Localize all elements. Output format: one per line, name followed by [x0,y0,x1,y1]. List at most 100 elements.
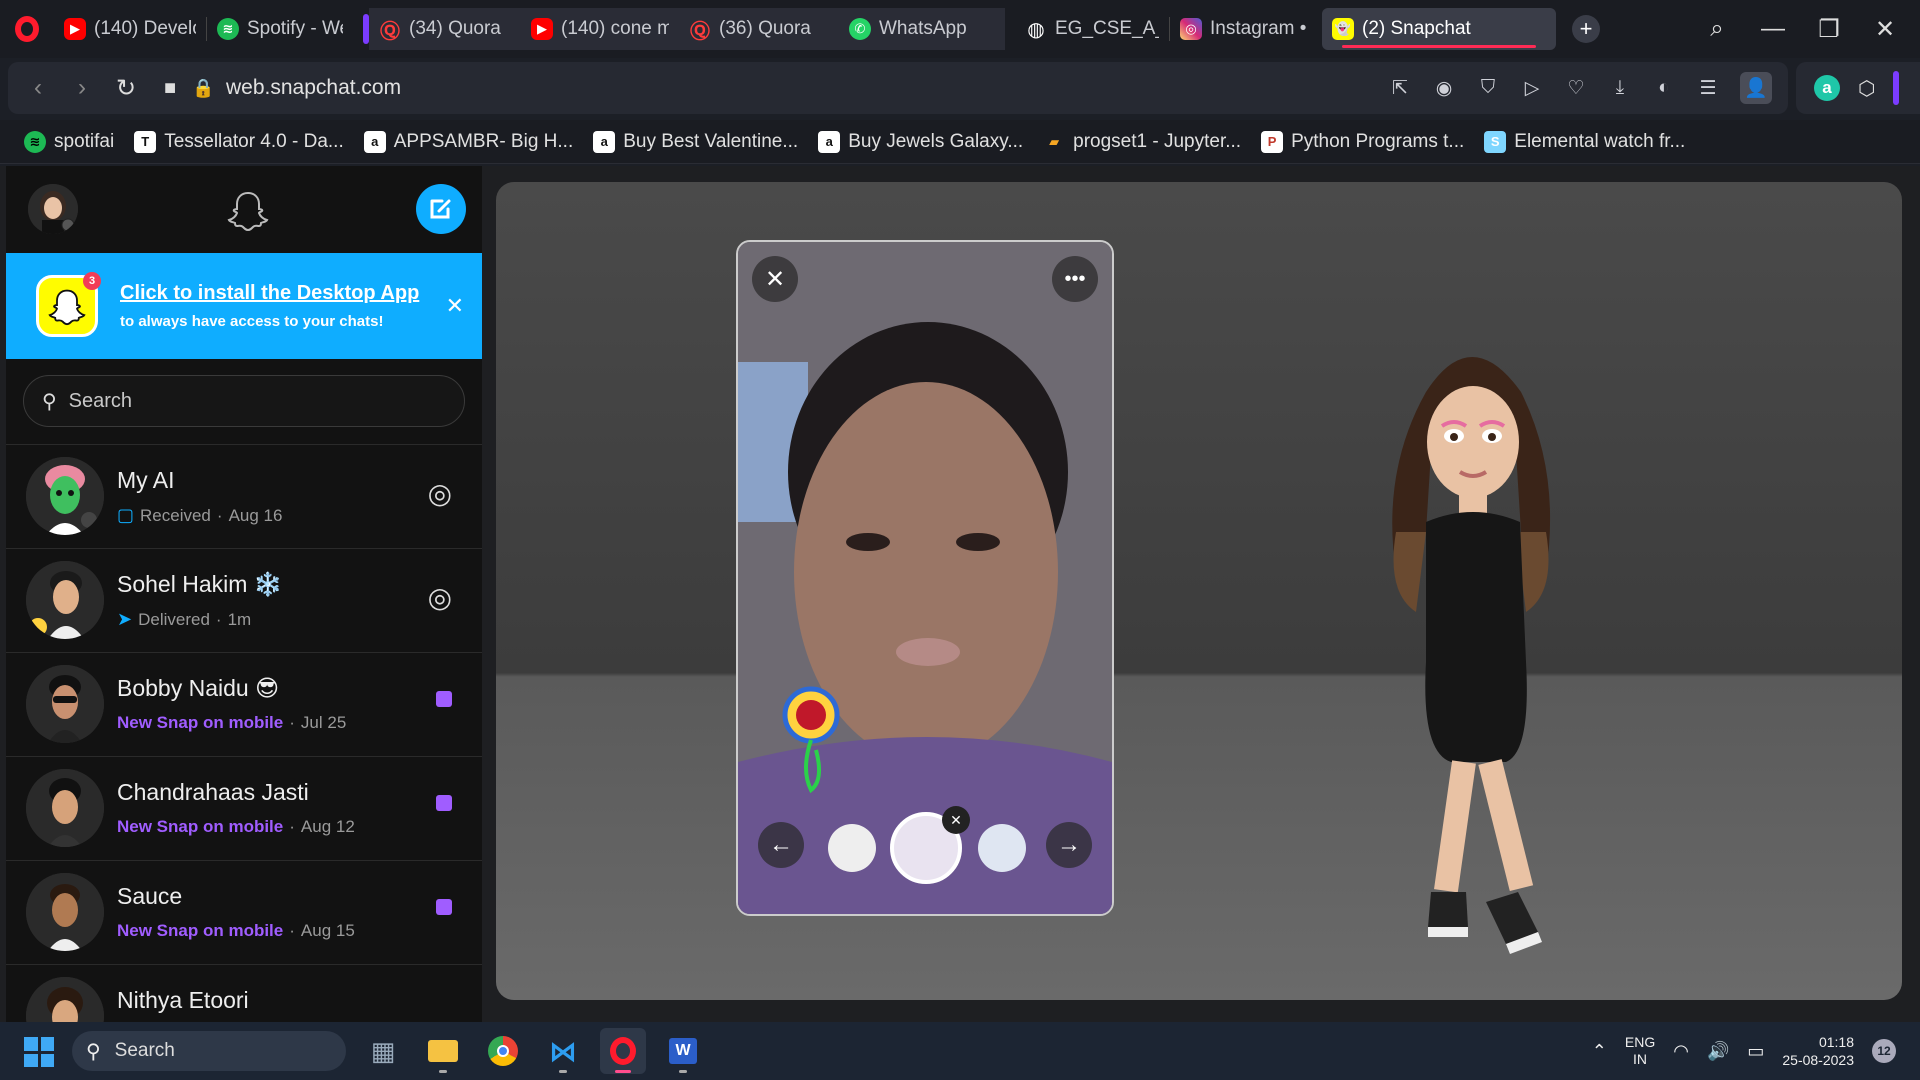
tab-quora-34[interactable]: Ⓠ (34) Quora [369,8,521,50]
more-options-button[interactable]: ••• [1052,256,1098,302]
lock-icon[interactable]: 🔒 [192,78,214,99]
received-chat-icon: ▢ [117,505,135,525]
lens-option[interactable] [978,824,1026,872]
chat-row-nithya-etoori[interactable]: Nithya Etoori [6,964,482,1022]
bookmark-elemental[interactable]: S Elemental watch fr... [1484,130,1686,153]
search-icon: ⚲ [86,1040,101,1063]
clock[interactable]: 01:18 25-08-2023 [1782,1033,1854,1069]
chat-status-text: New Snap on mobile [117,817,284,836]
camera-preview[interactable]: ✕ ••• ← ✕ → [736,240,1114,916]
install-desktop-banner[interactable]: 3 Click to install the Desktop App to al… [6,253,482,359]
easy-setup-icon[interactable]: ☰ [1696,76,1720,100]
chat-search[interactable]: ⚲ [23,375,465,427]
language-indicator[interactable]: ENG IN [1625,1034,1655,1068]
bookmark-jupyter[interactable]: ▰ progset1 - Jupyter... [1043,131,1241,153]
forward-icon[interactable]: › [60,74,104,102]
lens-next-button[interactable]: → [1046,822,1092,868]
shield-icon[interactable]: ⛉ [1476,76,1500,100]
taskbar-search[interactable]: ⚲ Search [72,1031,346,1071]
battery-icon[interactable]: ▭ [1747,1041,1764,1062]
spotify-icon: ≋ [24,130,46,153]
opera-app[interactable] [600,1028,646,1074]
tab-label: (140) cone ma [561,18,669,39]
profile-icon[interactable]: 👤 [1740,72,1772,104]
bitmoji-avatar-icon [28,184,78,234]
lens-previous-button[interactable]: ← [758,822,804,868]
bookmark-label: Elemental watch fr... [1514,130,1686,152]
profile-avatar[interactable] [28,184,78,234]
opera-menu-button[interactable] [0,0,54,58]
start-button[interactable] [24,1037,54,1067]
chat-name: My AI [117,467,175,493]
elemental-icon: S [1484,130,1507,153]
bookmark-jewels[interactable]: a Buy Jewels Galaxy... [818,130,1023,153]
extensions-cube-icon[interactable]: ⬡ [1858,76,1875,101]
flow-icon[interactable]: ▷ [1520,76,1544,100]
close-icon[interactable]: ✕ [446,293,464,319]
chat-status-text: New Snap on mobile [117,921,284,940]
bookmark-spotifai[interactable]: ≋ spotifai [24,130,114,153]
wifi-icon[interactable]: ◠ [1673,1041,1689,1062]
chat-row-my-ai[interactable]: My AI ▢ Received · Aug 16 ◎ [6,444,482,548]
bookmark-python-programs[interactable]: P Python Programs t... [1261,130,1464,153]
url-field[interactable]: web.snapchat.com [226,76,401,100]
amazon-icon: a [818,130,841,153]
sidebar-toggle[interactable] [1893,71,1900,105]
bookmarks-bar: ≋ spotifai T Tessellator 4.0 - Da... a A… [0,120,1920,164]
camera-permission-icon[interactable]: ■ [148,77,192,100]
camera-icon[interactable]: ◎ [428,477,452,510]
restore-icon[interactable]: ❐ [1814,15,1844,44]
heart-icon[interactable]: ♡ [1564,76,1588,100]
tab-snapchat[interactable]: 👻 (2) Snapchat [1322,8,1556,50]
vscode-app[interactable]: ⋈ [540,1028,586,1074]
chat-row-sohel-hakim[interactable]: Sohel Hakim ❄️ ➤ Delivered · 1m ◎ [6,548,482,652]
bitmoji-avatar-icon [26,977,104,1022]
clock-time: 01:18 [1818,1034,1854,1050]
tab-whatsapp[interactable]: ✆ WhatsApp [839,8,1005,50]
chat-row-chandrahaas-jasti[interactable]: Chandrahaas Jasti New Snap on mobile · A… [6,756,482,860]
tab-search-icon[interactable]: ⌕ [1702,15,1732,43]
chrome-icon [488,1036,518,1066]
new-chat-button[interactable] [416,184,466,234]
tab-youtube-cone[interactable]: ▶ (140) cone ma [521,8,679,50]
new-tab-button[interactable]: + [1572,15,1600,43]
tab-youtube-develop[interactable]: ▶ (140) Develop [54,8,206,50]
search-icon: ⚲ [42,390,57,413]
chat-name: Sohel Hakim ❄️ [117,571,283,597]
calculator-app[interactable]: ▦ [360,1028,406,1074]
bookmark-valentine[interactable]: a Buy Best Valentine... [593,130,798,153]
share-icon[interactable]: ⇱ [1388,76,1412,100]
aria-icon[interactable]: a [1814,75,1840,101]
snapshot-icon[interactable]: ◉ [1432,76,1456,100]
bookmark-tessellator[interactable]: T Tessellator 4.0 - Da... [134,130,344,153]
bookmark-appsambr[interactable]: a APPSAMBR- Big H... [363,130,573,153]
download-icon[interactable]: ⤓ [1608,76,1632,100]
chat-row-bobby-naidu[interactable]: Bobby Naidu 😎 New Snap on mobile · Jul 2… [6,652,482,756]
tab-spotify[interactable]: ≋ Spotify - Web [207,8,353,50]
search-input[interactable] [68,389,429,413]
chevron-up-icon[interactable]: ⌃ [1592,1041,1607,1062]
tab-instagram[interactable]: ◎ Instagram • Cl [1170,8,1322,50]
file-explorer-app[interactable] [420,1028,466,1074]
notification-badge[interactable]: 12 [1872,1039,1896,1063]
tab-label: (140) Develop [94,18,196,39]
lens-option[interactable] [828,824,876,872]
chrome-app[interactable] [480,1028,526,1074]
reload-icon[interactable]: ↻ [104,74,148,103]
chat-row-sauce[interactable]: Sauce New Snap on mobile · Aug 15 [6,860,482,964]
volume-icon[interactable]: 🔊 [1707,1041,1729,1062]
camera-icon[interactable]: ◎ [428,581,452,614]
banner-title[interactable]: Click to install the Desktop App [120,282,419,305]
remove-lens-icon[interactable]: ✕ [942,806,970,834]
battery-saver-icon[interactable]: ◐ [1652,76,1676,100]
close-window-icon[interactable]: ✕ [1870,15,1900,44]
word-app[interactable]: W [660,1028,706,1074]
stories-ghost-icon[interactable] [226,188,270,232]
tab-quora-36[interactable]: Ⓠ (36) Quora [679,8,839,50]
close-camera-button[interactable]: ✕ [752,256,798,302]
back-icon[interactable]: ‹ [16,74,60,102]
tab-eg-cse[interactable]: ◍ EG_CSE_A_202 [1015,8,1169,50]
taskbar-search-label: Search [114,1040,175,1061]
minimize-icon[interactable]: — [1758,15,1788,43]
calculator-icon: ▦ [370,1035,396,1066]
